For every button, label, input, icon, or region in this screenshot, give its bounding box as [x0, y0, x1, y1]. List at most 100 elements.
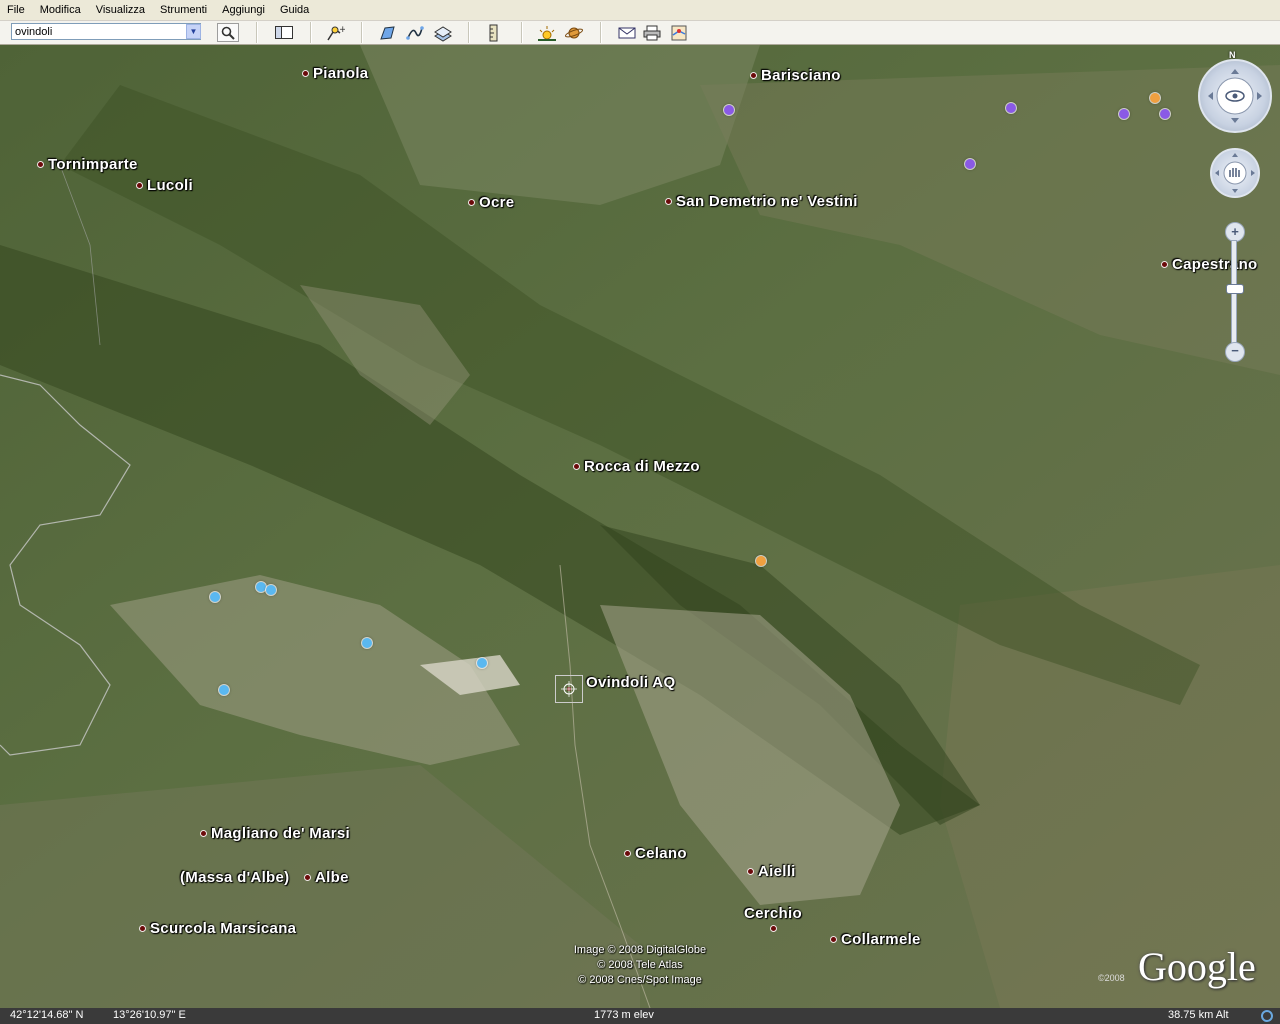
menu-strumenti[interactable]: Strumenti [153, 4, 215, 16]
place-lucoli[interactable]: Lucoli [136, 177, 193, 194]
place-cerchio[interactable]: Cerchio [744, 905, 802, 922]
place-magliano[interactable]: Magliano de' Marsi [200, 825, 350, 842]
sidebar-toggle-button[interactable] [274, 23, 294, 42]
place-scurcola-marsicana[interactable]: Scurcola Marsicana [139, 920, 296, 937]
credit-line: © 2008 Cnes/Spot Image [578, 974, 702, 986]
imagery-credits: Image © 2008 DigitalGlobe © 2008 Tele At… [520, 943, 760, 988]
place-san-demetrio[interactable]: San Demetrio ne' Vestini [665, 193, 858, 210]
map-view[interactable]: Pianola Barisciano Tornimparte Lucoli Oc… [0, 45, 1280, 1008]
place-dot [136, 182, 143, 189]
add-polygon-button[interactable] [378, 23, 398, 42]
sunlight-button[interactable] [537, 23, 557, 42]
zoom-thumb[interactable] [1226, 284, 1244, 294]
place-celano[interactable]: Celano [624, 845, 687, 862]
place-albe[interactable]: Albe [304, 869, 349, 886]
streaming-indicator-icon [1261, 1010, 1273, 1022]
ruler-icon [489, 24, 498, 41]
menu-aggiungi[interactable]: Aggiungi [215, 4, 273, 16]
place-dot [624, 850, 631, 857]
menu-visualizza[interactable]: Visualizza [89, 4, 153, 16]
place-barisciano[interactable]: Barisciano [750, 67, 841, 84]
place-dot [573, 463, 580, 470]
search-button[interactable] [217, 23, 239, 42]
photo-pin[interactable] [266, 585, 276, 595]
placemark-icon: + [327, 25, 345, 40]
google-logo: Google [1138, 944, 1256, 989]
place-dot [37, 161, 44, 168]
look-control[interactable] [1198, 59, 1272, 133]
credit-line: Image © 2008 DigitalGlobe [573, 944, 707, 956]
elevation-readout: 1773 m elev [594, 1009, 654, 1021]
photo-pin[interactable] [756, 556, 766, 566]
photo-pin[interactable] [1160, 109, 1170, 119]
email-icon [618, 27, 636, 38]
photo-pin[interactable] [1150, 93, 1160, 103]
place-rocca-di-mezzo[interactable]: Rocca di Mezzo [573, 458, 700, 475]
add-path-button[interactable] [405, 23, 425, 42]
place-dot [468, 199, 475, 206]
altitude-readout: 38.75 km Alt [1168, 1009, 1229, 1021]
sky-button[interactable] [564, 23, 584, 42]
photo-pin[interactable] [1119, 109, 1129, 119]
menu-bar: File Modifica Visualizza Strumenti Aggiu… [0, 0, 1280, 21]
maps-icon [671, 25, 687, 40]
hand-icon [1215, 153, 1255, 193]
logo-copyright: ©2008 [1098, 973, 1125, 983]
photo-pin[interactable] [724, 105, 734, 115]
chevron-down-icon[interactable]: ▼ [186, 24, 201, 39]
place-pianola[interactable]: Pianola [302, 65, 368, 82]
place-dot [830, 936, 837, 943]
sun-icon [538, 25, 556, 41]
search-result-target-icon [555, 675, 583, 703]
image-overlay-icon [434, 25, 452, 42]
photo-pin[interactable] [210, 592, 220, 602]
place-dot [200, 830, 207, 837]
photo-pin[interactable] [362, 638, 372, 648]
zoom-slider[interactable]: + − [1225, 222, 1245, 362]
place-dot [1161, 261, 1168, 268]
photo-pin[interactable] [965, 159, 975, 169]
search-icon [221, 26, 235, 40]
navigation-controls: N + − [1196, 50, 1276, 370]
place-dot [304, 874, 311, 881]
place-dot [747, 868, 754, 875]
place-dot [302, 70, 309, 77]
photo-pin[interactable] [256, 582, 266, 592]
place-ovindoli[interactable]: Ovindoli AQ [555, 674, 675, 703]
search-input[interactable] [11, 23, 201, 40]
photo-pin[interactable] [219, 685, 229, 695]
place-dot [665, 198, 672, 205]
place-dot [770, 925, 777, 932]
polygon-icon [380, 25, 395, 40]
add-image-overlay-button[interactable] [433, 23, 453, 42]
view-in-maps-button[interactable] [669, 23, 689, 42]
place-massa-dalbe[interactable]: (Massa d'Albe) [180, 869, 289, 886]
sidebar-icon [275, 26, 293, 39]
photo-pin[interactable] [477, 658, 487, 668]
toolbar: ▼ + [0, 21, 1280, 45]
print-icon [643, 25, 661, 40]
place-dot [139, 925, 146, 932]
zoom-in-button[interactable]: + [1225, 222, 1245, 242]
status-bar: 42°12'14.68" N 13°26'10.97" E 1773 m ele… [0, 1008, 1280, 1024]
photo-pin[interactable] [1006, 103, 1016, 113]
planet-icon [564, 27, 584, 38]
place-collarmele[interactable]: Collarmele [830, 931, 921, 948]
svg-text:+: + [339, 25, 345, 35]
add-placemark-button[interactable]: + [325, 23, 345, 42]
menu-guida[interactable]: Guida [273, 4, 317, 16]
menu-file[interactable]: File [0, 4, 33, 16]
menu-modifica[interactable]: Modifica [33, 4, 89, 16]
place-dot [750, 72, 757, 79]
zoom-out-button[interactable]: − [1225, 342, 1245, 362]
place-tornimparte[interactable]: Tornimparte [37, 156, 138, 173]
longitude-readout: 13°26'10.97" E [113, 1009, 186, 1021]
credit-line: © 2008 Tele Atlas [597, 959, 683, 971]
place-aielli[interactable]: Aielli [747, 863, 796, 880]
email-button[interactable] [617, 23, 637, 42]
latitude-readout: 42°12'14.68" N [10, 1009, 84, 1021]
move-control[interactable] [1210, 148, 1260, 198]
print-button[interactable] [642, 23, 662, 42]
ruler-button[interactable] [484, 23, 504, 42]
place-ocre[interactable]: Ocre [468, 194, 514, 211]
